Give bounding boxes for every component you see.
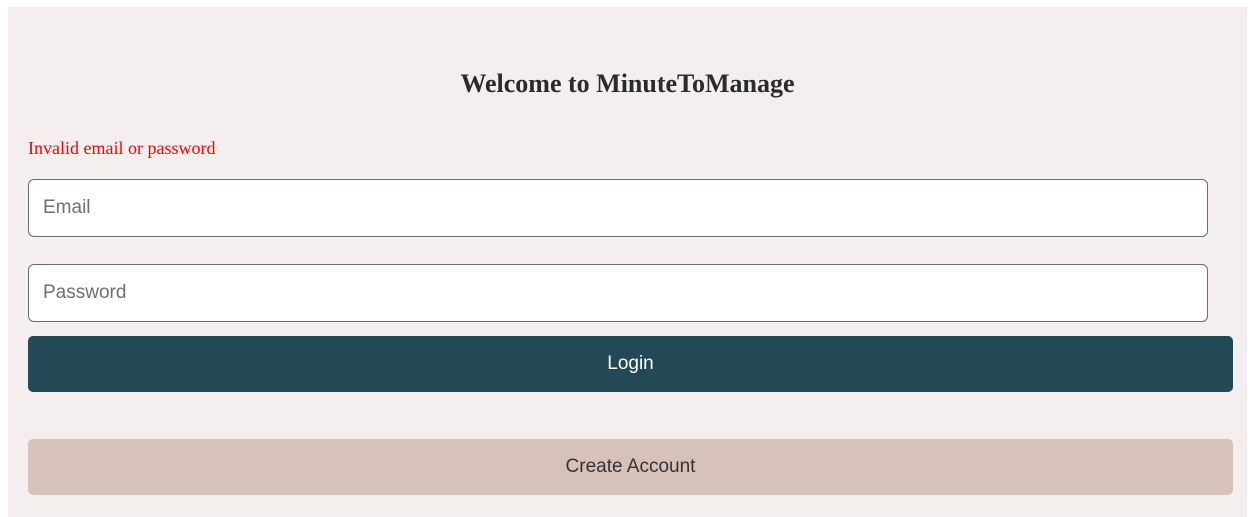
create-account-button[interactable]: Create Account [28, 439, 1233, 495]
email-input[interactable] [28, 179, 1208, 237]
login-button[interactable]: Login [28, 336, 1233, 392]
page-title: Welcome to MinuteToManage [460, 69, 795, 98]
password-input[interactable] [28, 264, 1208, 322]
error-message: Invalid email or password [28, 138, 216, 158]
login-panel: Welcome to MinuteToManage Invalid email … [8, 7, 1247, 517]
